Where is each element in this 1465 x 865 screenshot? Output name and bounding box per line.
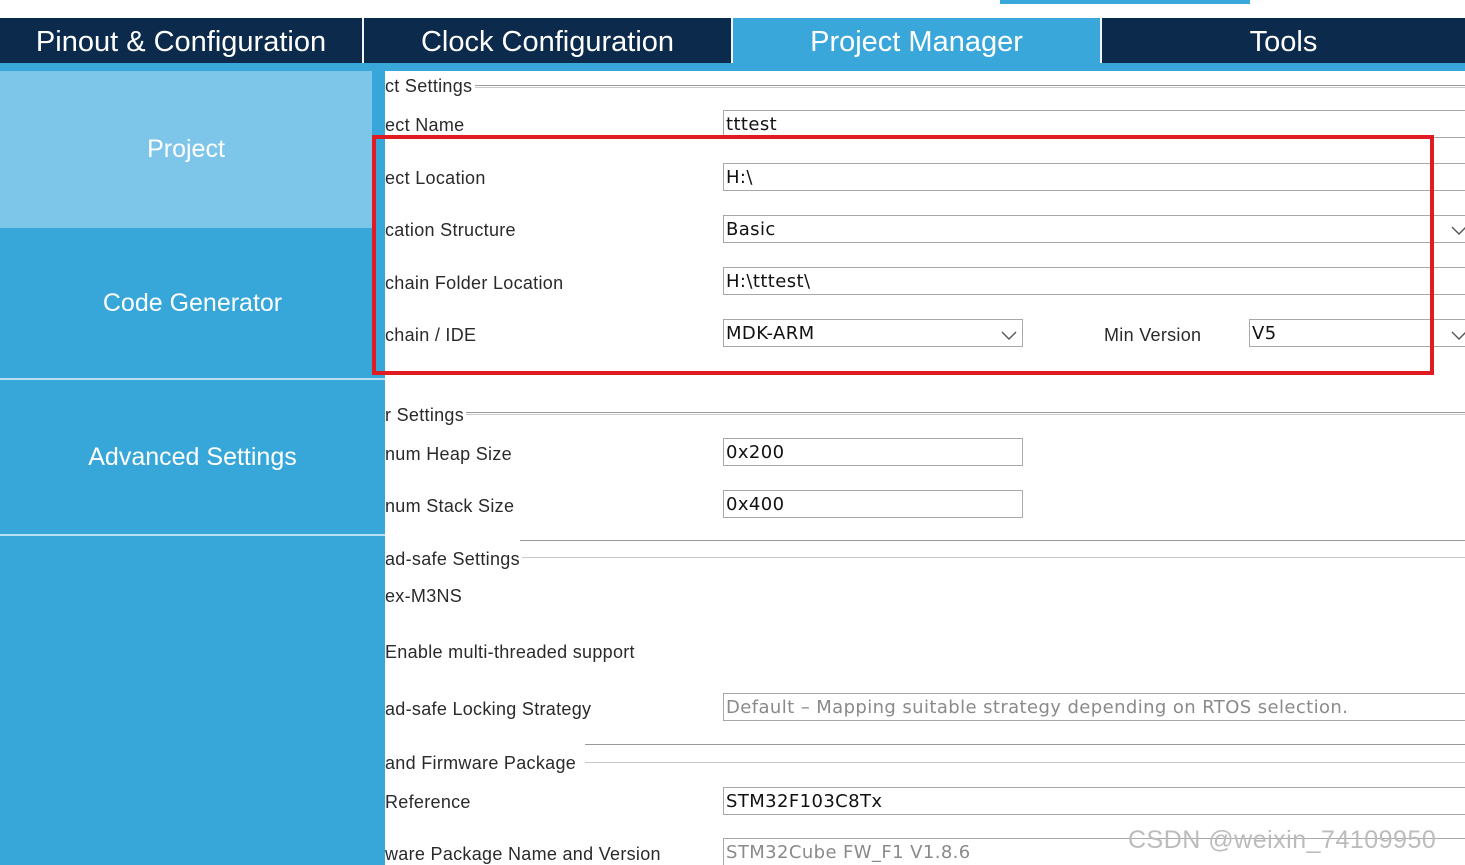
stack-size-label: num Stack Size [385,496,515,516]
toolchain-ide-label: chain / IDE [385,325,477,345]
application-structure-label: cation Structure [385,220,516,240]
toolchain-folder-label: chain Folder Location [385,273,564,293]
multithread-support-checkbox-label[interactable]: Enable multi-threaded support [385,642,635,663]
group-border [585,744,1465,745]
group-border [465,414,1465,415]
watermark-text: CSDN @weixin_74109950 [1128,826,1437,854]
heap-size-input[interactable]: 0x200 [723,438,1023,466]
project-settings-legend: ct Settings [385,76,475,97]
min-version-select[interactable]: V5 [1249,319,1465,347]
group-border [475,85,1465,86]
tab-clock-configuration[interactable]: Clock Configuration [364,18,731,63]
project-manager-sidebar: Project Code Generator Advanced Settings [0,71,385,865]
thread-safe-settings-legend: ad-safe Settings [385,549,522,570]
locking-strategy-select[interactable]: Default – Mapping suitable strategy depe… [723,693,1465,721]
tab-underline-bar [0,63,1465,71]
project-location-input[interactable]: H:\ [723,163,1465,191]
chevron-down-icon[interactable] [1451,224,1465,236]
toolchain-folder-input[interactable]: H:\tttest\ [723,267,1465,295]
min-version-label: Min Version [1104,325,1202,345]
tab-tools[interactable]: Tools [1102,18,1465,63]
group-border [475,87,1465,88]
group-border [465,412,1465,413]
top-accent-bar [1000,0,1250,4]
project-location-label: ect Location [385,168,486,188]
group-border [585,762,1465,763]
chevron-down-icon[interactable] [1451,329,1465,341]
group-border [520,540,1465,541]
linker-settings-legend: r Settings [385,405,467,426]
project-settings-panel: ct Settings ect Name tttest ect Location… [385,71,1465,865]
firmware-package-label: ware Package Name and Version [385,844,661,864]
sidebar-divider [0,534,385,536]
core-name-label: ex-M3NS [385,586,463,606]
window-top-strip [0,0,1465,18]
sidebar-item-code-generator[interactable]: Code Generator [0,228,385,379]
main-tab-bar: Pinout & Configuration Clock Configurati… [0,18,1465,63]
group-border [520,557,1465,558]
toolchain-ide-select[interactable]: MDK-ARM [723,319,1023,347]
mcu-reference-label: Reference [385,792,471,812]
sidebar-item-project[interactable]: Project [0,71,372,228]
application-structure-select[interactable]: Basic [723,215,1465,243]
locking-strategy-label: ad-safe Locking Strategy [385,699,592,719]
sidebar-item-advanced-settings[interactable]: Advanced Settings [0,380,385,534]
project-name-label: ect Name [385,115,465,135]
mcu-reference-input[interactable]: STM32F103C8Tx [723,787,1465,815]
heap-size-label: num Heap Size [385,444,512,464]
chevron-down-icon[interactable] [1001,329,1017,341]
stack-size-input[interactable]: 0x400 [723,490,1023,518]
tab-project-manager[interactable]: Project Manager [733,18,1100,63]
firmware-package-legend: and Firmware Package [385,753,579,774]
tab-pinout-configuration[interactable]: Pinout & Configuration [0,18,362,63]
project-name-input[interactable]: tttest [723,110,1465,138]
